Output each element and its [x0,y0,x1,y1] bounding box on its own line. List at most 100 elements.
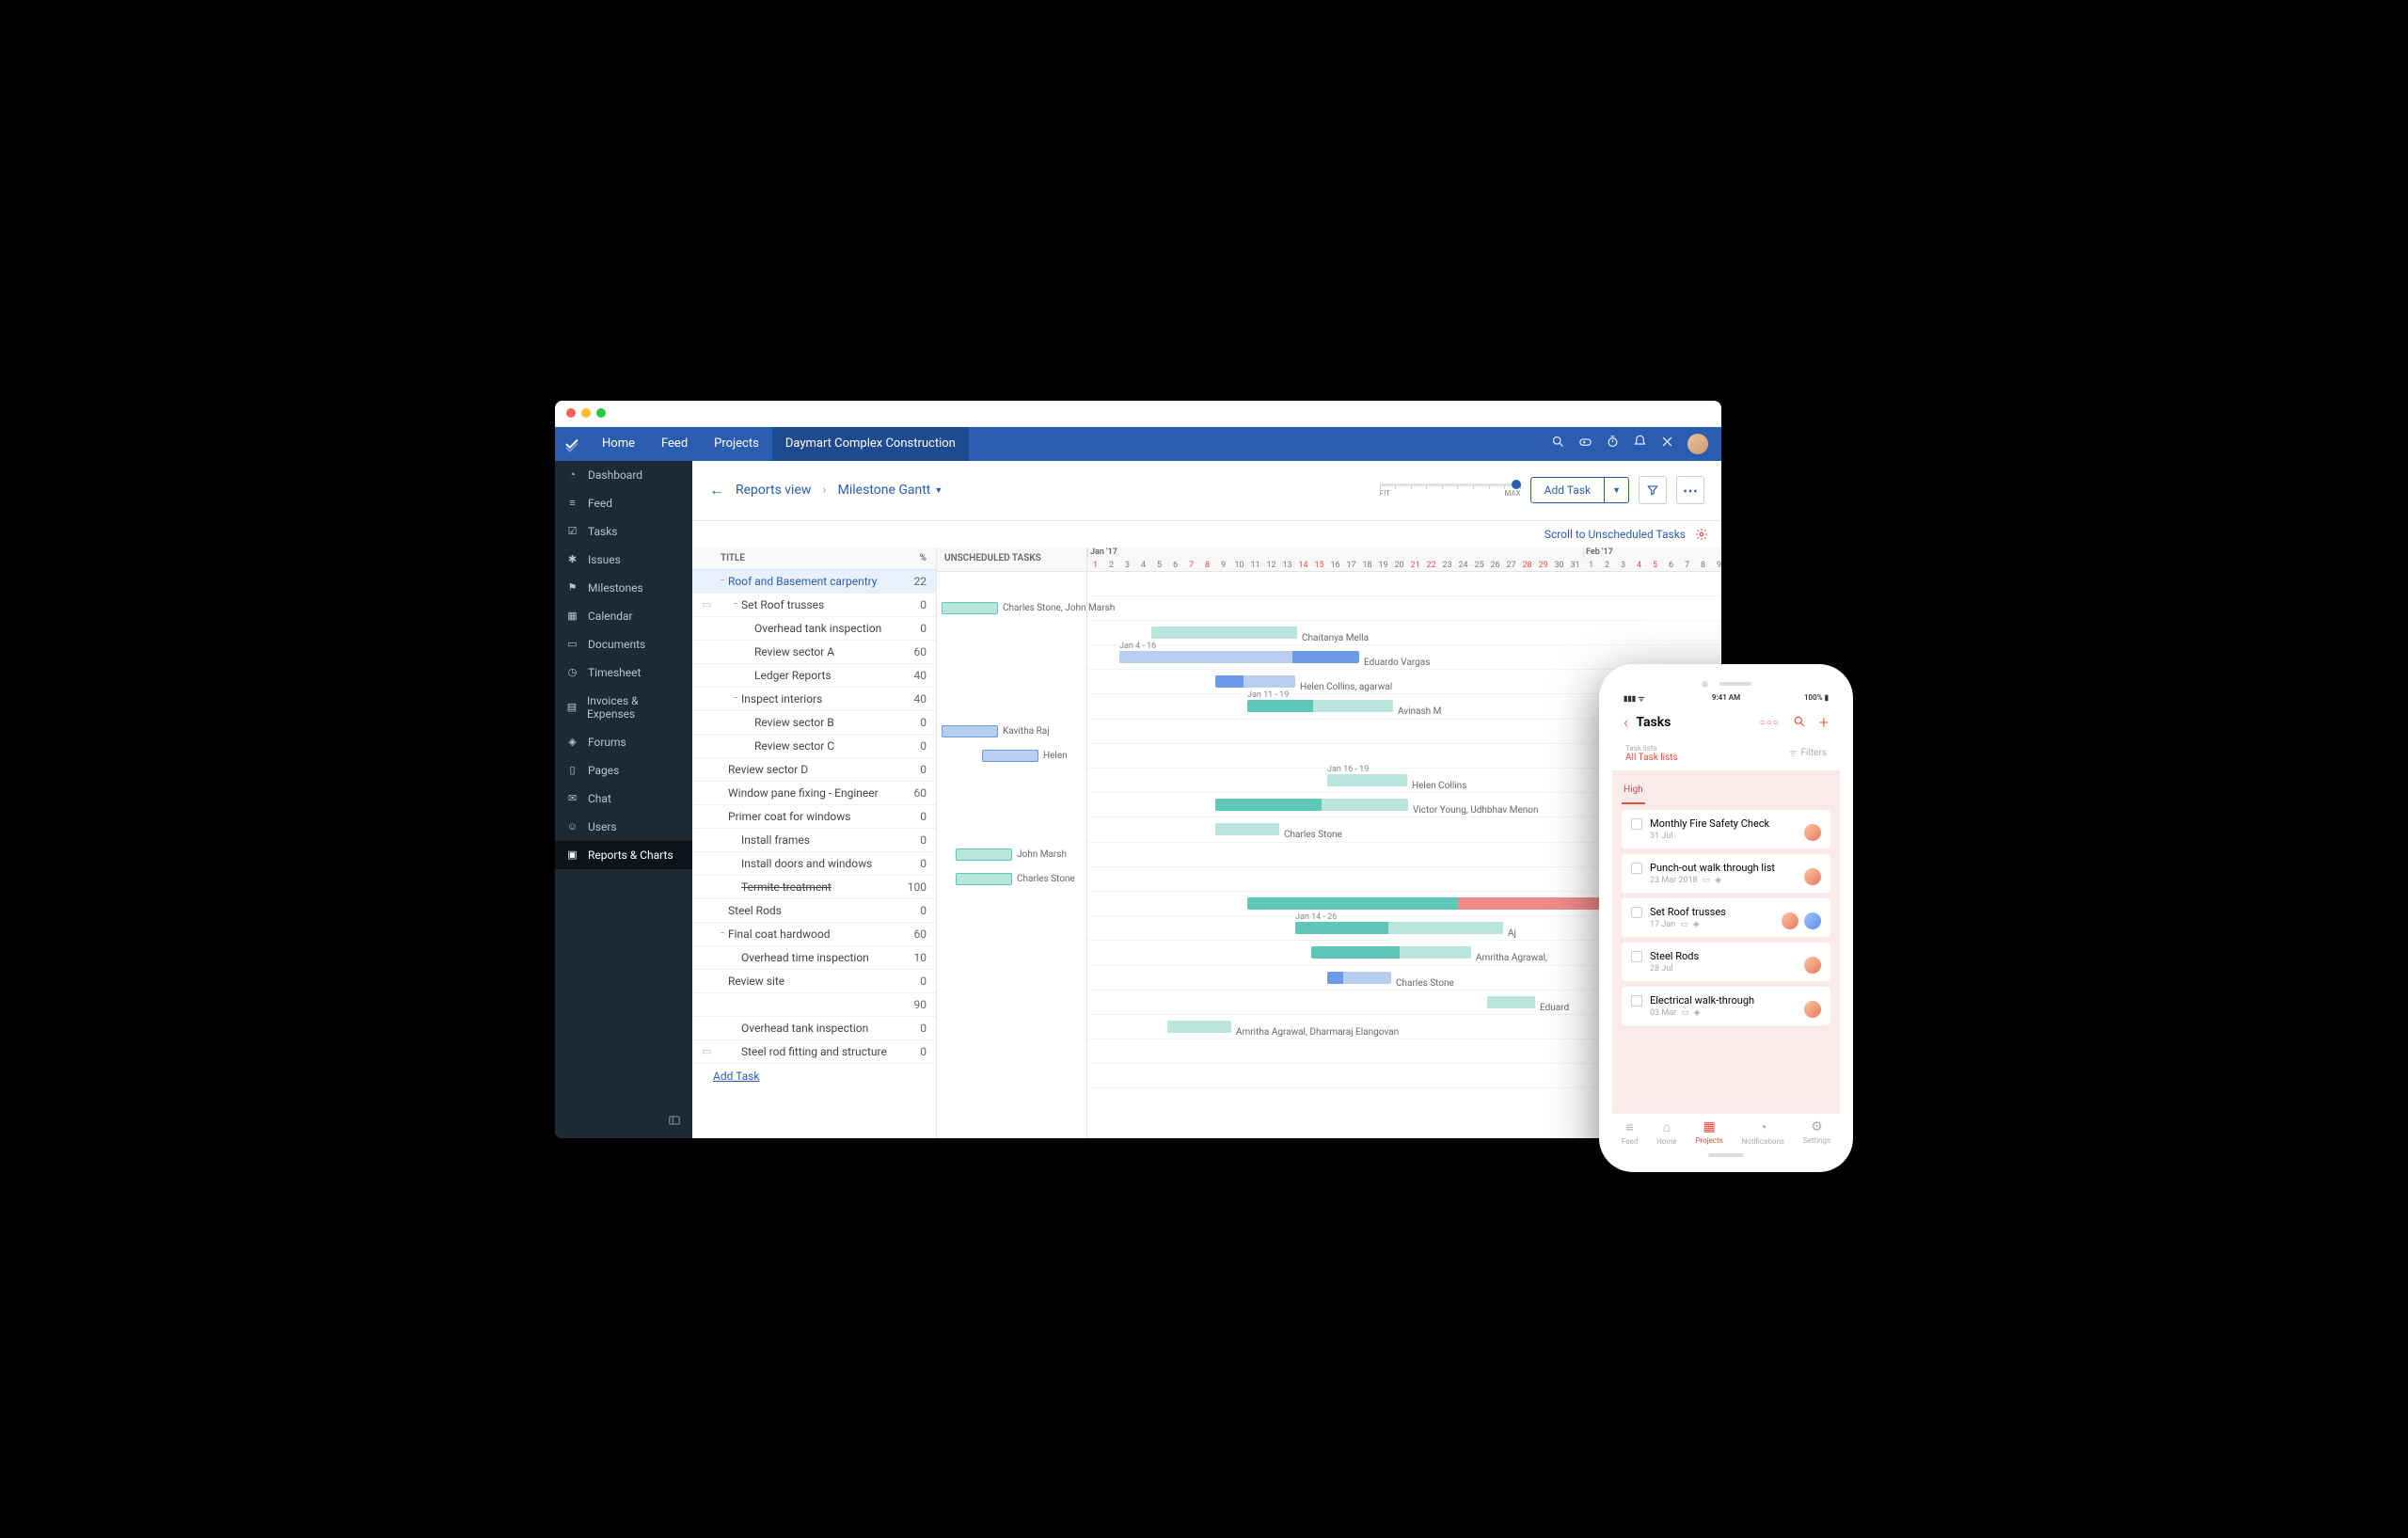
bell-icon[interactable] [1633,435,1647,452]
minimize-window-icon[interactable] [581,408,591,418]
timer-icon[interactable] [1606,435,1620,452]
tools-icon[interactable] [1660,435,1674,452]
nav-home[interactable]: Home [589,427,648,461]
gear-icon[interactable] [1695,528,1708,541]
sidebar-item-dashboard[interactable]: ◔Dashboard [555,461,692,489]
sidebar-item-timesheet[interactable]: ◷Timesheet [555,658,692,687]
sidebar-item-issues[interactable]: ✱Issues [555,546,692,574]
task-row[interactable]: Ledger Reports40 [692,664,936,688]
sidebar-item-milestones[interactable]: ⚑Milestones [555,574,692,602]
gantt-bar[interactable]: Victor Young, Udhbhav Menon [1215,799,1408,811]
task-checkbox[interactable] [1631,951,1642,962]
sidebar-collapse-icon[interactable] [555,1102,692,1138]
phone-nav-settings[interactable]: ⚙Settings [1803,1119,1830,1146]
maximize-window-icon[interactable] [596,408,606,418]
sidebar-item-documents[interactable]: ▭Documents [555,630,692,658]
sidebar-item-forums[interactable]: ◈Forums [555,728,692,756]
task-row[interactable]: Install frames0 [692,829,936,852]
task-row[interactable]: Review sector C0 [692,735,936,758]
task-row[interactable]: Install doors and windows0 [692,852,936,876]
phone-nav-home[interactable]: ⌂Home [1656,1119,1677,1146]
unscheduled-bar[interactable] [956,873,1012,885]
filter-icon[interactable] [1639,476,1667,504]
gantt-bar[interactable]: Charles Stone [1215,823,1279,835]
task-row[interactable]: −Inspect interiors40 [692,688,936,711]
task-row[interactable]: Primer coat for windows0 [692,805,936,829]
phone-add-icon[interactable]: + [1819,713,1829,733]
sidebar-item-chat[interactable]: ✉Chat [555,785,692,813]
task-checkbox[interactable] [1631,863,1642,874]
phone-search-icon[interactable] [1793,715,1806,731]
nav-projects[interactable]: Projects [701,427,772,461]
gantt-bar[interactable]: Amritha Agrawal, Dharmaraj Elangovan [1167,1021,1231,1033]
nav-active-project[interactable]: Daymart Complex Construction [772,427,969,461]
task-row[interactable]: −Roof and Basement carpentry22 [692,570,936,594]
gantt-bar[interactable]: Charles Stone [1327,972,1391,984]
sidebar-item-users[interactable]: ☺Users [555,813,692,841]
add-task-link[interactable]: Add Task [692,1064,936,1088]
phone-nav-notifications[interactable]: ◔Notifications [1742,1119,1784,1146]
phone-task-card[interactable]: Punch-out walk through list23 Mar 2018 ▭… [1622,854,1830,893]
task-checkbox[interactable] [1631,818,1642,830]
sidebar-item-feed[interactable]: ≡Feed [555,489,692,517]
phone-nav-projects[interactable]: ▦Projects [1695,1119,1722,1146]
task-row[interactable]: 90 [692,993,936,1017]
task-row[interactable]: Termite treatment100 [692,876,936,899]
gantt-bar[interactable]: Eduardo Var [1247,897,1631,910]
phone-nav-feed[interactable]: ≡Feed [1622,1119,1638,1146]
zoom-slider[interactable]: FITMAX [1380,484,1521,498]
close-window-icon[interactable] [566,408,576,418]
task-row[interactable]: ▭−Set Roof trusses0 [692,594,936,617]
gantt-bar[interactable]: Chaitanya Mella [1151,626,1297,639]
scroll-unscheduled-link[interactable]: Scroll to Unscheduled Tasks [1545,528,1686,541]
task-row[interactable]: Overhead tank inspection0 [692,617,936,641]
back-arrow-icon[interactable]: ← [709,481,724,499]
task-row[interactable]: Overhead tank inspection0 [692,1017,936,1040]
phone-all-tasklists[interactable]: All Task lists [1625,753,1678,763]
task-checkbox[interactable] [1631,995,1642,1007]
gantt-bar[interactable]: Amritha Agrawal, [1311,946,1471,959]
unscheduled-bar[interactable] [942,602,998,614]
phone-task-card[interactable]: Steel Rods28 Jul [1622,943,1830,981]
task-row[interactable]: Review sector A60 [692,641,936,664]
gantt-bar[interactable]: AjJan 14 - 26 [1295,922,1503,934]
gantt-bar[interactable]: Helen CollinsJan 16 - 19 [1327,774,1407,786]
gantt-bar[interactable]: Eduard [1487,996,1535,1008]
unscheduled-bar[interactable] [942,725,998,737]
unscheduled-bar[interactable] [956,848,1012,861]
sidebar-item-calendar[interactable]: ▦Calendar [555,602,692,630]
add-task-dropdown[interactable]: ▼ [1605,477,1629,503]
sidebar-item-pages[interactable]: ▯Pages [555,756,692,785]
gantt-bar[interactable]: Helen Collins, agarwal [1215,675,1295,688]
breadcrumb-reports[interactable]: Reports view [736,483,811,498]
task-row[interactable]: Window pane fixing - Engineer60 [692,782,936,805]
task-row[interactable]: Review sector D0 [692,758,936,782]
phone-more-icon[interactable]: ○○○ [1760,718,1780,728]
add-task-button[interactable]: Add Task [1530,477,1605,503]
gantt-bar[interactable]: Eduardo VargasJan 4 - 16 [1119,651,1359,663]
phone-back-icon[interactable]: ‹ [1624,713,1628,733]
phone-task-card[interactable]: Monthly Fire Safety Check31 Jul [1622,810,1830,848]
gantt-bar[interactable]: Avinash MJan 11 - 19 [1247,700,1393,712]
unscheduled-bar[interactable] [982,750,1038,762]
task-row[interactable]: −Final coat hardwood60 [692,923,936,946]
more-icon[interactable]: ⋯ [1676,476,1704,504]
task-checkbox[interactable] [1631,907,1642,918]
search-icon[interactable] [1551,435,1565,452]
sidebar-item-reports-charts[interactable]: ▣Reports & Charts [555,841,692,869]
phone-task-card[interactable]: Electrical walk-through03 Mar ▭ ◈ [1622,987,1830,1025]
sidebar-item-invoices-expenses[interactable]: ▤Invoices & Expenses [555,687,692,728]
app-logo-icon[interactable] [555,436,589,452]
phone-filters-button[interactable]: Filters [1788,744,1827,763]
sidebar-item-tasks[interactable]: ☑Tasks [555,517,692,546]
gantt-dropdown[interactable]: Milestone Gantt ▼ [838,483,943,498]
task-row[interactable]: Overhead time inspection10 [692,946,936,970]
task-row[interactable]: Review sector B0 [692,711,936,735]
task-row[interactable]: ▭Steel rod fitting and structure0 [692,1040,936,1064]
task-row[interactable]: Steel Rods0 [692,899,936,923]
task-row[interactable]: Review site0 [692,970,936,993]
games-icon[interactable] [1578,435,1592,452]
nav-feed[interactable]: Feed [648,427,701,461]
user-avatar[interactable] [1687,434,1708,454]
phone-task-card[interactable]: Set Roof trusses17 Jan ▭ ◈ [1622,898,1830,937]
